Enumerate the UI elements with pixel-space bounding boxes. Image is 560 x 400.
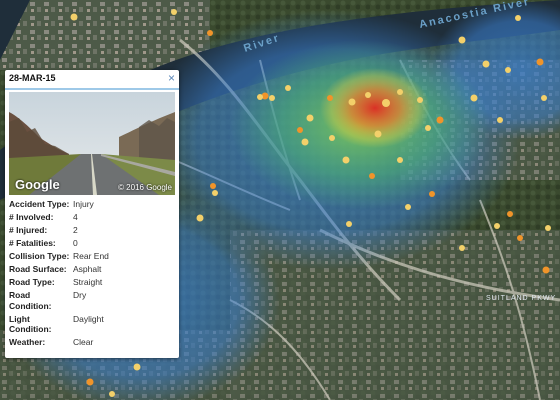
detail-value: 4 [73, 212, 78, 222]
accident-marker[interactable] [505, 67, 511, 73]
detail-row: Light Condition: Daylight [9, 314, 177, 335]
detail-value: 0 [73, 238, 78, 248]
detail-value: Clear [73, 337, 94, 347]
accident-marker[interactable] [497, 117, 503, 123]
accident-marker[interactable] [494, 223, 500, 229]
heat-zone-red [320, 68, 430, 148]
detail-label: # Injured: [9, 225, 48, 235]
accident-marker[interactable] [429, 191, 435, 197]
detail-label: # Fatalities: [9, 238, 56, 248]
accident-marker[interactable] [171, 9, 177, 15]
accident-marker[interactable] [196, 214, 204, 222]
accident-marker[interactable] [382, 99, 390, 107]
detail-label: Collision Type: [9, 251, 70, 261]
close-icon[interactable]: × [168, 71, 175, 85]
accident-marker[interactable] [212, 190, 218, 196]
detail-value: 2 [73, 225, 78, 235]
accident-marker[interactable] [327, 95, 333, 101]
accident-marker[interactable] [109, 391, 115, 397]
detail-row: # Involved: 4 [9, 212, 177, 223]
detail-label: Accident Type: [9, 199, 70, 209]
detail-row: Road Condition: Dry [9, 290, 177, 311]
accident-marker[interactable] [306, 114, 314, 122]
detail-label: # Involved: [9, 212, 54, 222]
accident-marker[interactable] [86, 378, 94, 386]
accident-marker[interactable] [348, 98, 356, 106]
accident-marker[interactable] [536, 58, 544, 66]
accident-marker[interactable] [365, 92, 371, 98]
popup-header: 28-MAR-15 × [5, 70, 179, 90]
detail-value: Daylight [73, 313, 104, 324]
accident-marker[interactable] [436, 116, 444, 124]
accident-marker[interactable] [482, 60, 490, 68]
detail-row: Road Surface: Asphalt [9, 264, 177, 275]
accident-marker[interactable] [470, 94, 478, 102]
street-view-image[interactable]: Google © 2016 Google [9, 92, 175, 195]
accident-marker[interactable] [458, 36, 466, 44]
detail-row: Road Type: Straight [9, 277, 177, 288]
accident-marker[interactable] [133, 363, 141, 371]
accident-marker[interactable] [285, 85, 291, 91]
road-label-suitland: SUITLAND PKWY [486, 295, 556, 302]
accident-marker[interactable] [405, 204, 411, 210]
accident-marker[interactable] [210, 183, 216, 189]
accident-popup: 28-MAR-15 × Google © 2016 Google Acciden… [5, 70, 179, 358]
detail-value: Dry [73, 290, 87, 300]
accident-marker[interactable] [517, 235, 523, 241]
accident-marker[interactable] [541, 95, 547, 101]
accident-marker[interactable] [425, 125, 431, 131]
accident-marker[interactable] [417, 97, 423, 103]
accident-marker[interactable] [542, 266, 550, 274]
accident-marker[interactable] [369, 173, 375, 179]
detail-label: Weather: [9, 337, 46, 347]
detail-value: Straight [73, 277, 103, 287]
detail-value: Injury [73, 199, 94, 209]
detail-label: Road Type: [9, 277, 55, 287]
detail-row: Accident Type: Injury [9, 199, 177, 210]
accident-marker[interactable] [507, 211, 513, 217]
accident-marker[interactable] [329, 135, 335, 141]
accident-marker[interactable] [257, 94, 263, 100]
accident-marker[interactable] [545, 225, 551, 231]
accident-date: 28-MAR-15 [9, 73, 56, 83]
accident-marker[interactable] [459, 245, 465, 251]
detail-value: Asphalt [73, 264, 102, 274]
detail-label: Road Surface: [9, 264, 67, 274]
accident-marker[interactable] [374, 130, 382, 138]
street-view-copyright: © 2016 Google [118, 183, 172, 192]
detail-row: # Injured: 2 [9, 225, 177, 236]
detail-label: Light Condition: [9, 313, 52, 335]
accident-marker[interactable] [342, 156, 350, 164]
accident-details: Accident Type: Injury # Involved: 4 # Injure… [9, 199, 177, 350]
accident-marker[interactable] [297, 127, 303, 133]
detail-row: Collision Type: Rear End [9, 251, 177, 262]
accident-marker[interactable] [515, 15, 521, 21]
detail-row: Weather: Clear [9, 337, 177, 348]
google-logo: Google [15, 177, 60, 192]
accident-marker[interactable] [207, 30, 213, 36]
accident-marker[interactable] [397, 157, 403, 163]
accident-marker[interactable] [301, 138, 309, 146]
detail-value: Rear End [73, 251, 109, 261]
accident-marker[interactable] [397, 89, 403, 95]
accident-marker[interactable] [346, 221, 352, 227]
accident-marker[interactable] [70, 13, 78, 21]
detail-row: # Fatalities: 0 [9, 238, 177, 249]
detail-label: Road Condition: [9, 290, 52, 311]
accident-marker[interactable] [269, 95, 275, 101]
